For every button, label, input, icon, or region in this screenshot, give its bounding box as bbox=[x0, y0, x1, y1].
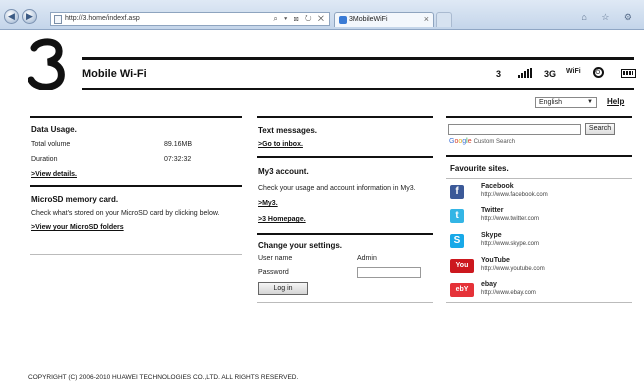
favourite-site-name[interactable]: ebay bbox=[481, 281, 497, 288]
go-to-inbox-link[interactable]: >Go to inbox. bbox=[258, 141, 303, 148]
battery-icon bbox=[621, 69, 636, 78]
data-usage-title: Data Usage. bbox=[31, 125, 77, 134]
internet-globe-icon bbox=[593, 67, 604, 78]
microsd-title: MicroSD memory card. bbox=[31, 195, 119, 204]
section-divider bbox=[257, 302, 433, 303]
address-tools-icons[interactable]: ⌕ ▾ ⊠ ↻ ✕ bbox=[273, 14, 326, 24]
favourite-site-item[interactable]: f Facebook http://www.facebook.com bbox=[448, 182, 630, 206]
skype-icon[interactable]: S bbox=[450, 234, 464, 248]
duration-value: 07:32:32 bbox=[164, 156, 192, 163]
total-volume-label: Total volume bbox=[31, 141, 71, 148]
favourite-site-name[interactable]: YouTube bbox=[481, 257, 510, 264]
ebay-icon[interactable]: ebY bbox=[450, 283, 474, 297]
browser-tab[interactable]: 3MobileWiFi × bbox=[334, 12, 434, 27]
tab-title: 3MobileWiFi bbox=[349, 16, 388, 23]
page-title: Mobile Wi-Fi bbox=[82, 68, 147, 80]
search-button[interactable]: Search bbox=[585, 123, 615, 135]
chevron-down-icon: ▼ bbox=[587, 99, 593, 105]
password-field[interactable] bbox=[357, 267, 421, 278]
signal-strength-icon bbox=[518, 68, 534, 78]
section-rule bbox=[30, 116, 242, 118]
section-rule bbox=[30, 185, 242, 187]
address-url[interactable]: http://3.home/indexf.asp bbox=[65, 15, 140, 22]
section-divider bbox=[446, 302, 632, 303]
change-settings-title: Change your settings. bbox=[258, 241, 343, 250]
page-icon bbox=[54, 15, 62, 24]
wifi-icon: WiFi bbox=[566, 68, 581, 75]
header-rule-top bbox=[82, 57, 634, 60]
language-select[interactable]: English ▼ bbox=[535, 97, 597, 108]
section-rule bbox=[446, 116, 632, 118]
favourite-site-url[interactable]: http://www.ebay.com bbox=[481, 290, 536, 296]
help-link[interactable]: Help bbox=[607, 97, 624, 106]
three-homepage-link[interactable]: >3 Homepage. bbox=[258, 216, 306, 223]
favourite-site-name[interactable]: Skype bbox=[481, 232, 502, 239]
favourite-site-name[interactable]: Facebook bbox=[481, 183, 514, 190]
youtube-icon[interactable]: You bbox=[450, 259, 474, 273]
browser-toolbar-icons[interactable]: ⌂ ☆ ⚙ bbox=[581, 12, 638, 23]
microsd-description: Check what's stored on your MicroSD card… bbox=[31, 210, 220, 217]
copyright-text: COPYRIGHT (C) 2006-2010 HUAWEI TECHNOLOG… bbox=[28, 374, 299, 381]
duration-label: Duration bbox=[31, 156, 58, 163]
my3-title: My3 account. bbox=[258, 167, 309, 176]
router-page: Mobile Wi-Fi 3 3G WiFi English ▼ Help Da… bbox=[0, 30, 644, 389]
username-label: User name bbox=[258, 255, 293, 262]
text-messages-title: Text messages. bbox=[258, 126, 317, 135]
favourite-site-item[interactable]: t Twitter http://www.twitter.com bbox=[448, 206, 630, 230]
section-rule bbox=[257, 116, 433, 118]
section-rule bbox=[257, 156, 433, 158]
google-custom-search-logo: Google Custom Search bbox=[449, 138, 515, 145]
section-divider bbox=[30, 254, 242, 255]
section-divider bbox=[446, 178, 632, 179]
header-rule-bottom bbox=[82, 88, 634, 90]
favourite-site-url[interactable]: http://www.youtube.com bbox=[481, 266, 545, 272]
tab-close-icon[interactable]: × bbox=[424, 14, 429, 24]
favourite-site-url[interactable]: http://www.skype.com bbox=[481, 241, 539, 247]
favourite-site-name[interactable]: Twitter bbox=[481, 207, 503, 214]
favourite-site-item[interactable]: ebY ebay http://www.ebay.com bbox=[448, 280, 630, 304]
network-name: 3 bbox=[496, 69, 502, 79]
favourite-sites-title: Favourite sites. bbox=[450, 164, 509, 173]
section-rule bbox=[446, 155, 632, 157]
browser-chrome: ◀ ▶ http://3.home/indexf.asp ⌕ ▾ ⊠ ↻ ✕ 3… bbox=[0, 0, 644, 30]
favourite-site-item[interactable]: S Skype http://www.skype.com bbox=[448, 231, 630, 255]
section-rule bbox=[257, 233, 433, 235]
favourite-site-url[interactable]: http://www.twitter.com bbox=[481, 216, 539, 222]
twitter-icon[interactable]: t bbox=[450, 209, 464, 223]
favourite-site-item[interactable]: You YouTube http://www.youtube.com bbox=[448, 256, 630, 280]
forward-arrow-icon[interactable]: ▶ bbox=[22, 9, 37, 24]
back-arrow-icon[interactable]: ◀ bbox=[4, 9, 19, 24]
language-value: English bbox=[539, 99, 562, 106]
address-bar[interactable]: http://3.home/indexf.asp ⌕ ▾ ⊠ ↻ ✕ bbox=[50, 12, 330, 26]
three-logo-icon bbox=[28, 38, 65, 90]
network-type: 3G bbox=[544, 69, 557, 79]
facebook-icon[interactable]: f bbox=[450, 185, 464, 199]
username-value: Admin bbox=[357, 255, 377, 262]
login-button[interactable]: Log in bbox=[258, 282, 308, 295]
password-label: Password bbox=[258, 269, 289, 276]
search-input[interactable] bbox=[448, 124, 581, 135]
total-volume-value: 89.16MB bbox=[164, 141, 193, 148]
view-details-link[interactable]: >View details. bbox=[31, 171, 77, 178]
favourite-site-url[interactable]: http://www.facebook.com bbox=[481, 192, 548, 198]
tab-favicon-icon bbox=[339, 16, 347, 24]
my3-description: Check your usage and account information… bbox=[258, 185, 416, 192]
new-tab-button[interactable] bbox=[436, 12, 452, 27]
view-microsd-link[interactable]: >View your MicroSD folders bbox=[31, 224, 124, 231]
my3-link[interactable]: >My3. bbox=[258, 200, 278, 207]
